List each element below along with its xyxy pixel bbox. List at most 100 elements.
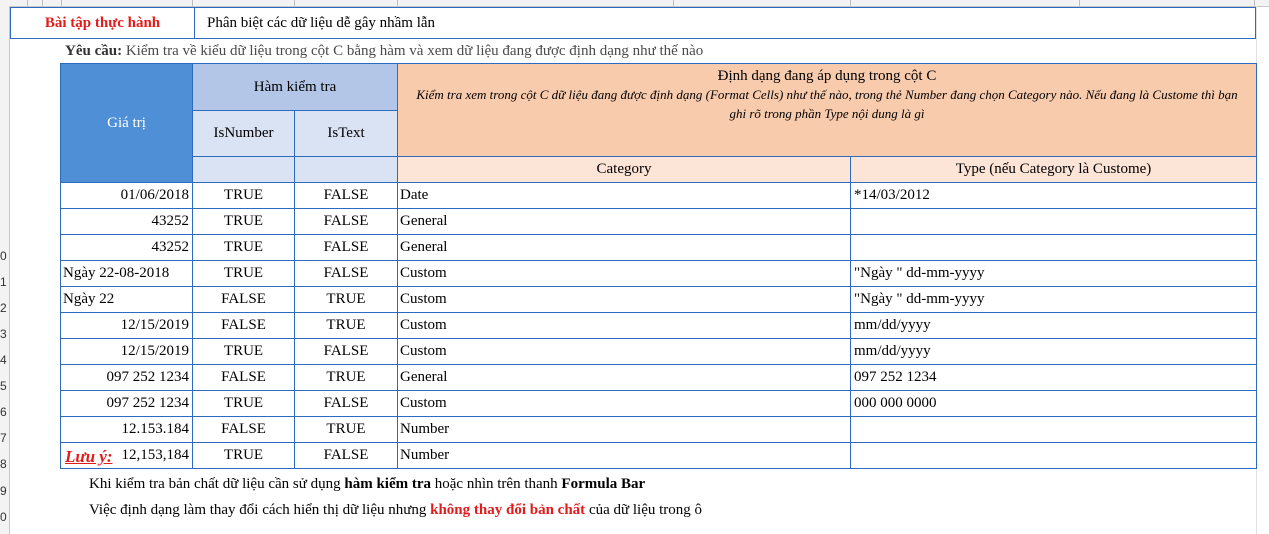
cell-category[interactable]: Number bbox=[397, 442, 851, 469]
cell-value[interactable]: 01/06/2018 bbox=[60, 182, 193, 209]
cell-type[interactable]: 097 252 1234 bbox=[850, 364, 1257, 391]
header-value[interactable]: Giá trị bbox=[60, 63, 193, 183]
row-number[interactable]: 5 bbox=[0, 379, 9, 393]
note-bold: hàm kiểm tra bbox=[344, 476, 432, 492]
header-format[interactable]: Định dạng đang áp dụng trong cột C Kiểm … bbox=[397, 63, 1257, 157]
note-line-1[interactable]: Khi kiểm tra bản chất dữ liệu cần sử dụn… bbox=[89, 476, 645, 493]
exercise-title[interactable]: Phân biệt các dữ liệu dễ gây nhầm lẫn bbox=[207, 8, 435, 38]
cell-category[interactable]: Date bbox=[397, 182, 851, 209]
cell-istext[interactable]: FALSE bbox=[294, 338, 398, 365]
header-istext-blank[interactable] bbox=[294, 156, 398, 183]
header-category[interactable]: Category bbox=[397, 156, 851, 183]
column-header-cell[interactable] bbox=[193, 0, 295, 6]
cell-value[interactable]: Ngày 22-08-2018 bbox=[60, 260, 193, 287]
cell-isnumber[interactable]: TRUE bbox=[192, 260, 295, 287]
cell-category[interactable]: General bbox=[397, 364, 851, 391]
table-row: Ngày 22 FALSE TRUE Custom "Ngày " dd-mm-yyyy bbox=[60, 286, 1257, 313]
cell-category[interactable]: Custom bbox=[397, 338, 851, 365]
cell-category[interactable]: Custom bbox=[397, 260, 851, 287]
row-number[interactable]: 4 bbox=[0, 353, 9, 367]
cell-category[interactable]: Custom bbox=[397, 286, 851, 313]
cell-type[interactable] bbox=[850, 416, 1257, 443]
cell-type[interactable]: "Ngày " dd-mm-yyyy bbox=[850, 260, 1257, 287]
cell-type[interactable] bbox=[850, 234, 1257, 261]
column-header-cell[interactable] bbox=[1080, 0, 1255, 6]
cell-istext[interactable]: FALSE bbox=[294, 390, 398, 417]
cell-category[interactable]: Custom bbox=[397, 312, 851, 339]
note-text: của dữ liệu trong ô bbox=[585, 502, 703, 518]
cell-istext[interactable]: TRUE bbox=[294, 364, 398, 391]
column-header-cell[interactable] bbox=[62, 0, 193, 6]
column-header-cell[interactable] bbox=[398, 0, 674, 6]
header-check-function[interactable]: Hàm kiểm tra bbox=[192, 63, 398, 111]
cell-istext[interactable]: FALSE bbox=[294, 182, 398, 209]
cell-isnumber[interactable]: FALSE bbox=[192, 416, 295, 443]
cell-type[interactable] bbox=[850, 442, 1257, 469]
column-header-cell[interactable] bbox=[674, 0, 851, 6]
column-header-cell[interactable] bbox=[9, 0, 28, 6]
row-number[interactable]: 2 bbox=[0, 301, 9, 315]
row-number[interactable]: 1 bbox=[0, 275, 9, 289]
cell-isnumber[interactable]: TRUE bbox=[192, 338, 295, 365]
cell-istext[interactable]: TRUE bbox=[294, 312, 398, 339]
cell-isnumber[interactable]: TRUE bbox=[192, 390, 295, 417]
cell-value[interactable]: 12/15/2019 bbox=[60, 338, 193, 365]
cell-category[interactable]: Number bbox=[397, 416, 851, 443]
header-istext[interactable]: IsText bbox=[294, 110, 398, 157]
row-number[interactable]: 8 bbox=[0, 457, 9, 471]
requirement-text[interactable]: Yêu cầu: Kiểm tra về kiểu dữ liệu trong … bbox=[65, 43, 703, 60]
cell-value[interactable]: 43252 bbox=[60, 208, 193, 235]
table-row: 12/15/2019 FALSE TRUE Custom mm/dd/yyyy bbox=[60, 312, 1257, 339]
table-row: 12.153.184 FALSE TRUE Number bbox=[60, 416, 1257, 443]
table-row: 43252 TRUE FALSE General bbox=[60, 234, 1257, 261]
row-number[interactable]: 0 bbox=[0, 510, 9, 524]
cell-istext[interactable]: FALSE bbox=[294, 442, 398, 469]
cell-isnumber[interactable]: FALSE bbox=[192, 364, 295, 391]
cell-istext[interactable]: FALSE bbox=[294, 234, 398, 261]
row-number[interactable]: 7 bbox=[0, 431, 9, 445]
header-format-description: Kiểm tra xem trong cột C dữ liệu đang đư… bbox=[416, 87, 1238, 121]
exercise-label[interactable]: Bài tập thực hành bbox=[11, 8, 195, 38]
cell-isnumber[interactable]: TRUE bbox=[192, 182, 295, 209]
row-number[interactable]: 6 bbox=[0, 405, 9, 419]
cell-type[interactable]: "Ngày " dd-mm-yyyy bbox=[850, 286, 1257, 313]
row-number[interactable]: 9 bbox=[0, 484, 9, 498]
cell-istext[interactable]: TRUE bbox=[294, 416, 398, 443]
row-number[interactable]: 0 bbox=[0, 249, 9, 263]
cell-category[interactable]: Custom bbox=[397, 390, 851, 417]
column-header-cell[interactable] bbox=[43, 0, 62, 6]
cell-category[interactable]: General bbox=[397, 208, 851, 235]
column-header-cell[interactable] bbox=[28, 0, 43, 6]
header-isnumber-blank[interactable] bbox=[192, 156, 295, 183]
column-header-cell[interactable] bbox=[851, 0, 1080, 6]
cell-category[interactable]: General bbox=[397, 234, 851, 261]
cell-type[interactable]: 000 000 0000 bbox=[850, 390, 1257, 417]
cell-type[interactable] bbox=[850, 208, 1257, 235]
cell-type[interactable]: *14/03/2012 bbox=[850, 182, 1257, 209]
note-text: Khi kiểm tra bản chất dữ liệu cần sử dụn… bbox=[89, 476, 345, 492]
cell-istext[interactable]: TRUE bbox=[294, 286, 398, 313]
cell-istext[interactable]: FALSE bbox=[294, 208, 398, 235]
note-title[interactable]: Lưu ý: bbox=[65, 447, 112, 467]
cell-istext[interactable]: FALSE bbox=[294, 260, 398, 287]
header-type[interactable]: Type (nếu Category là Custome) bbox=[850, 156, 1257, 183]
cell-value[interactable]: 097 252 1234 bbox=[60, 390, 193, 417]
cell-type[interactable]: mm/dd/yyyy bbox=[850, 338, 1257, 365]
cell-isnumber[interactable]: TRUE bbox=[192, 208, 295, 235]
column-header-cell[interactable] bbox=[295, 0, 398, 6]
cell-value[interactable]: 12/15/2019 bbox=[60, 312, 193, 339]
cell-isnumber[interactable]: TRUE bbox=[192, 442, 295, 469]
row-number[interactable]: 3 bbox=[0, 327, 9, 341]
cell-isnumber[interactable]: TRUE bbox=[192, 234, 295, 261]
cell-value[interactable]: Ngày 22 bbox=[60, 286, 193, 313]
cell-isnumber[interactable]: FALSE bbox=[192, 312, 295, 339]
note-red-bold: không thay đổi bản chất bbox=[430, 502, 586, 518]
header-format-title: Định dạng đang áp dụng trong cột C bbox=[717, 68, 937, 84]
cell-value[interactable]: 097 252 1234 bbox=[60, 364, 193, 391]
header-isnumber[interactable]: IsNumber bbox=[192, 110, 295, 157]
cell-value[interactable]: 12.153.184 bbox=[60, 416, 193, 443]
cell-isnumber[interactable]: FALSE bbox=[192, 286, 295, 313]
note-line-2[interactable]: Việc định dạng làm thay đổi cách hiển th… bbox=[89, 502, 702, 519]
cell-value[interactable]: 43252 bbox=[60, 234, 193, 261]
cell-type[interactable]: mm/dd/yyyy bbox=[850, 312, 1257, 339]
